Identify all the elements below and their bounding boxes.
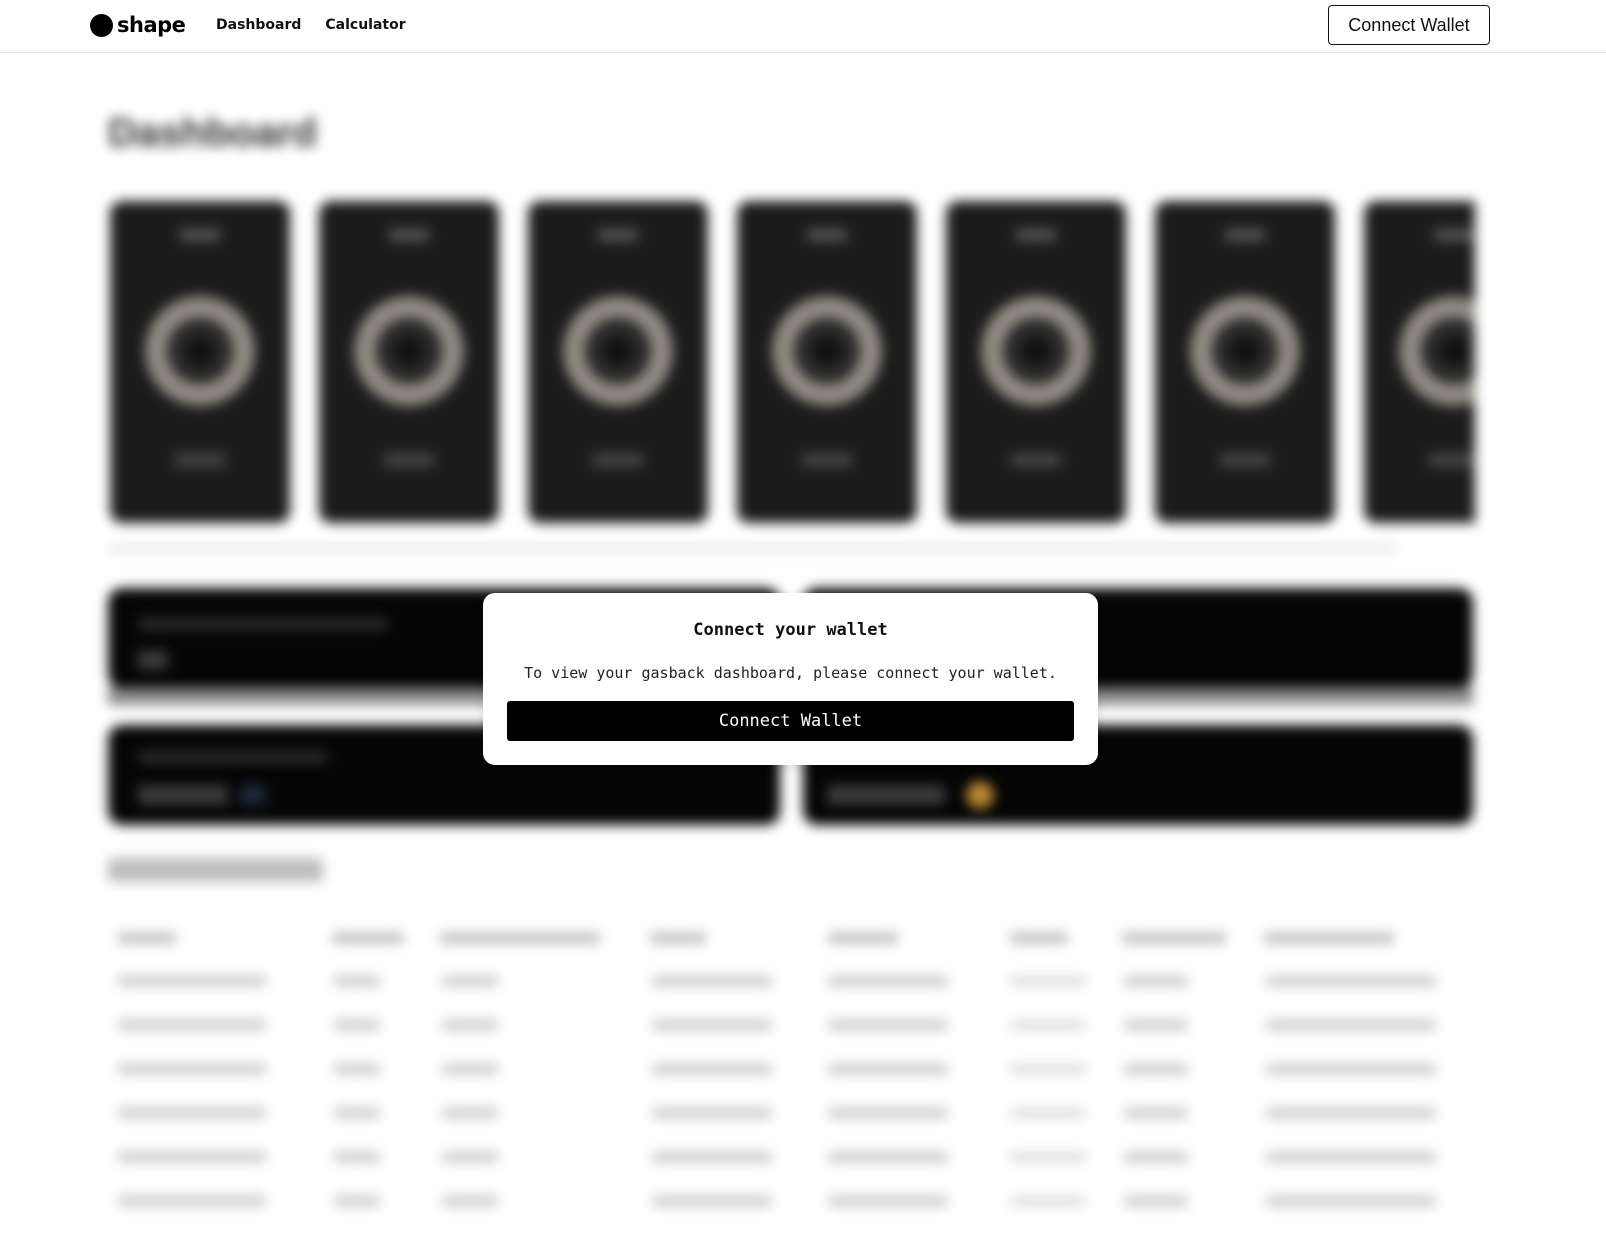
nft-card bbox=[319, 201, 499, 523]
logo-dot-icon bbox=[90, 13, 113, 37]
nft-card-row bbox=[110, 201, 1475, 531]
main-nav: Dashboard Calculator bbox=[216, 16, 430, 34]
card-row-scrollbar bbox=[108, 545, 1398, 553]
nft-card bbox=[1155, 201, 1335, 523]
logo[interactable]: shape bbox=[90, 13, 186, 37]
modal-description: To view your gasback dashboard, please c… bbox=[524, 664, 1057, 682]
logo-text: shape bbox=[117, 13, 186, 37]
nav-dashboard[interactable]: Dashboard bbox=[216, 16, 301, 34]
top-header: shape Dashboard Calculator Connect Walle… bbox=[0, 0, 1606, 53]
nav-calculator[interactable]: Calculator bbox=[325, 16, 405, 34]
header-connect-wallet-button[interactable]: Connect Wallet bbox=[1328, 5, 1490, 45]
modal-connect-wallet-button[interactable]: Connect Wallet bbox=[507, 701, 1074, 741]
connect-wallet-modal: Connect your wallet To view your gasback… bbox=[483, 593, 1098, 765]
nft-card bbox=[737, 201, 917, 523]
nft-card bbox=[946, 201, 1126, 523]
page-heading-blurred: Dashboard bbox=[108, 111, 317, 155]
nft-card bbox=[528, 201, 708, 523]
modal-title: Connect your wallet bbox=[693, 620, 888, 640]
section-title-blurred bbox=[108, 858, 323, 882]
nft-card bbox=[110, 201, 290, 523]
nft-card bbox=[1364, 201, 1475, 523]
